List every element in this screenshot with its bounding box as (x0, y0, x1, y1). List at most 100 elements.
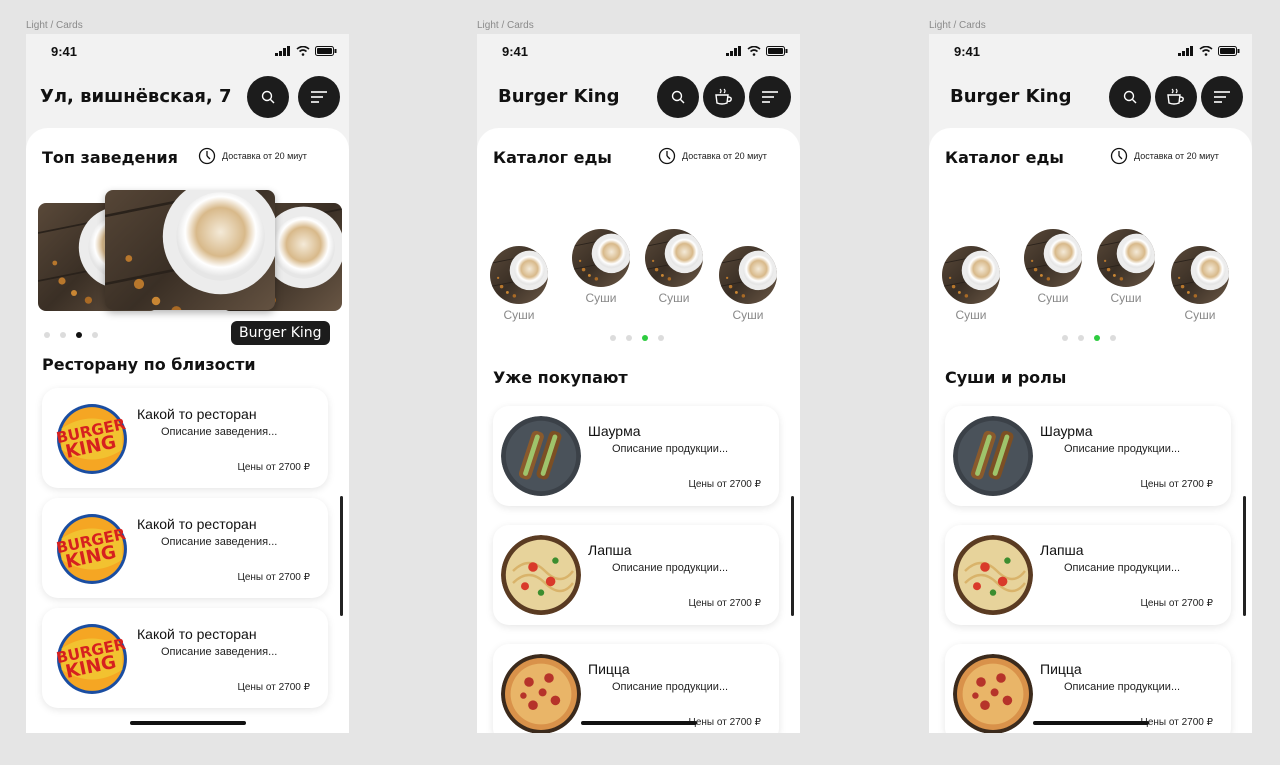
carousel-dot[interactable] (1110, 335, 1116, 341)
search-button[interactable] (1109, 76, 1151, 118)
product-price: Цены от 2700 ₽ (1140, 598, 1213, 609)
carousel-dot[interactable] (92, 332, 98, 338)
product-name: Шаурма (588, 423, 641, 439)
category-item[interactable]: Суши (1023, 229, 1083, 305)
category-image (1097, 229, 1155, 287)
burger-king-logo (54, 621, 130, 697)
product-card[interactable]: Лапша Описание продукции... Цены от 2700… (945, 525, 1231, 625)
category-item[interactable]: Суши (571, 229, 631, 305)
product-desc: Описание продукции... (612, 562, 729, 574)
brand-tag[interactable]: Burger King (231, 321, 330, 345)
menu-button[interactable] (1201, 76, 1243, 118)
clock-icon (658, 147, 676, 165)
header: Ул, вишнёвская, 7 (26, 74, 349, 124)
product-card[interactable]: Шаурма Описание продукции... Цены от 270… (493, 406, 779, 506)
carousel-dots (1062, 335, 1116, 341)
restaurant-desc: Описание заведения... (161, 426, 278, 438)
scrollbar[interactable] (791, 496, 794, 616)
carousel-dot[interactable] (626, 335, 632, 341)
product-card[interactable]: Шаурма Описание продукции... Цены от 270… (945, 406, 1231, 506)
phone-screen-2: 9:41 Burger King Каталог еды Доставка от… (477, 34, 800, 733)
scrollbar[interactable] (1243, 496, 1246, 616)
cafe-button[interactable] (1155, 76, 1197, 118)
home-indicator[interactable] (1032, 721, 1149, 725)
carousel-dot-active[interactable] (642, 335, 648, 341)
noodles-image (953, 535, 1033, 615)
shawarma-image (501, 416, 581, 496)
restaurant-desc: Описание заведения... (161, 536, 278, 548)
category-item[interactable]: Суши (644, 229, 704, 305)
signal-icon (726, 46, 741, 56)
carousel-card-main[interactable] (105, 190, 275, 310)
home-indicator[interactable] (580, 721, 697, 725)
wifi-icon (1199, 46, 1213, 56)
restaurant-name: Какой то ресторан (137, 406, 257, 422)
pizza-image (501, 654, 581, 733)
clock-icon (198, 147, 216, 165)
product-desc: Описание продукции... (1064, 562, 1181, 574)
restaurant-price: Цены от 2700 ₽ (237, 682, 310, 693)
product-card[interactable]: Пицца Описание продукции... Цены от 2700… (493, 644, 779, 733)
restaurant-card[interactable]: Какой то ресторан Описание заведения... … (42, 498, 328, 598)
category-label: Суши (1110, 291, 1142, 305)
coffee-cup-icon (1167, 88, 1184, 105)
food-catalog-title: Каталог еды (945, 148, 1064, 167)
product-card[interactable]: Пицца Описание продукции... Цены от 2700… (945, 644, 1231, 733)
category-item[interactable]: Суши (718, 246, 778, 322)
content-sheet: Каталог еды Доставка от 20 миут Суши Суш… (477, 128, 800, 733)
menu-button[interactable] (298, 76, 340, 118)
battery-icon (766, 46, 788, 56)
carousel-dot[interactable] (658, 335, 664, 341)
content-sheet: Топ заведения Доставка от 20 миут Burger… (26, 128, 349, 733)
product-price: Цены от 2700 ₽ (688, 717, 761, 728)
delivery-info: Доставка от 20 миут (658, 147, 767, 165)
delivery-text: Доставка от 20 миут (1134, 151, 1219, 161)
restaurant-card[interactable]: Какой то ресторан Описание заведения... … (42, 388, 328, 488)
frame-label: Light / Cards (26, 20, 83, 31)
phone-screen-3: 9:41 Burger King Каталог еды Доставка от… (929, 34, 1252, 733)
coffee-cup-icon (715, 88, 732, 105)
product-price: Цены от 2700 ₽ (1140, 479, 1213, 490)
category-label: Суши (1037, 291, 1069, 305)
restaurant-title: Burger King (950, 86, 1072, 107)
carousel-dot[interactable] (610, 335, 616, 341)
carousel-dots (610, 335, 664, 341)
carousel-dot[interactable] (1062, 335, 1068, 341)
carousel-dot[interactable] (44, 332, 50, 338)
category-item[interactable]: Суши (489, 246, 549, 322)
carousel-dot-active[interactable] (1094, 335, 1100, 341)
restaurant-card[interactable]: Какой то ресторан Описание заведения... … (42, 608, 328, 708)
category-image (1171, 246, 1229, 304)
product-card[interactable]: Лапша Описание продукции... Цены от 2700… (493, 525, 779, 625)
search-button[interactable] (657, 76, 699, 118)
status-time: 9:41 (502, 44, 529, 59)
category-label: Суши (1184, 308, 1216, 322)
address-title[interactable]: Ул, вишнёвская, 7 (40, 86, 232, 107)
category-image (942, 246, 1000, 304)
product-price: Цены от 2700 ₽ (688, 598, 761, 609)
search-button[interactable] (247, 76, 289, 118)
delivery-text: Доставка от 20 миут (682, 151, 767, 161)
pizza-image (953, 654, 1033, 733)
category-item[interactable]: Суши (1170, 246, 1230, 322)
carousel-dot[interactable] (60, 332, 66, 338)
category-item[interactable]: Суши (1096, 229, 1156, 305)
category-image (572, 229, 630, 287)
home-indicator[interactable] (129, 721, 246, 725)
search-icon (261, 90, 275, 104)
signal-icon (1178, 46, 1193, 56)
menu-button[interactable] (749, 76, 791, 118)
product-name: Лапша (1040, 542, 1084, 558)
menu-icon (1214, 91, 1230, 103)
category-item[interactable]: Суши (941, 246, 1001, 322)
category-image (719, 246, 777, 304)
category-image (490, 246, 548, 304)
scrollbar[interactable] (340, 496, 343, 616)
cafe-button[interactable] (703, 76, 745, 118)
product-desc: Описание продукции... (1064, 443, 1181, 455)
clock-icon (1110, 147, 1128, 165)
carousel-dot[interactable] (1078, 335, 1084, 341)
shawarma-image (953, 416, 1033, 496)
carousel-dots (44, 332, 98, 338)
carousel-dot-active[interactable] (76, 332, 82, 338)
